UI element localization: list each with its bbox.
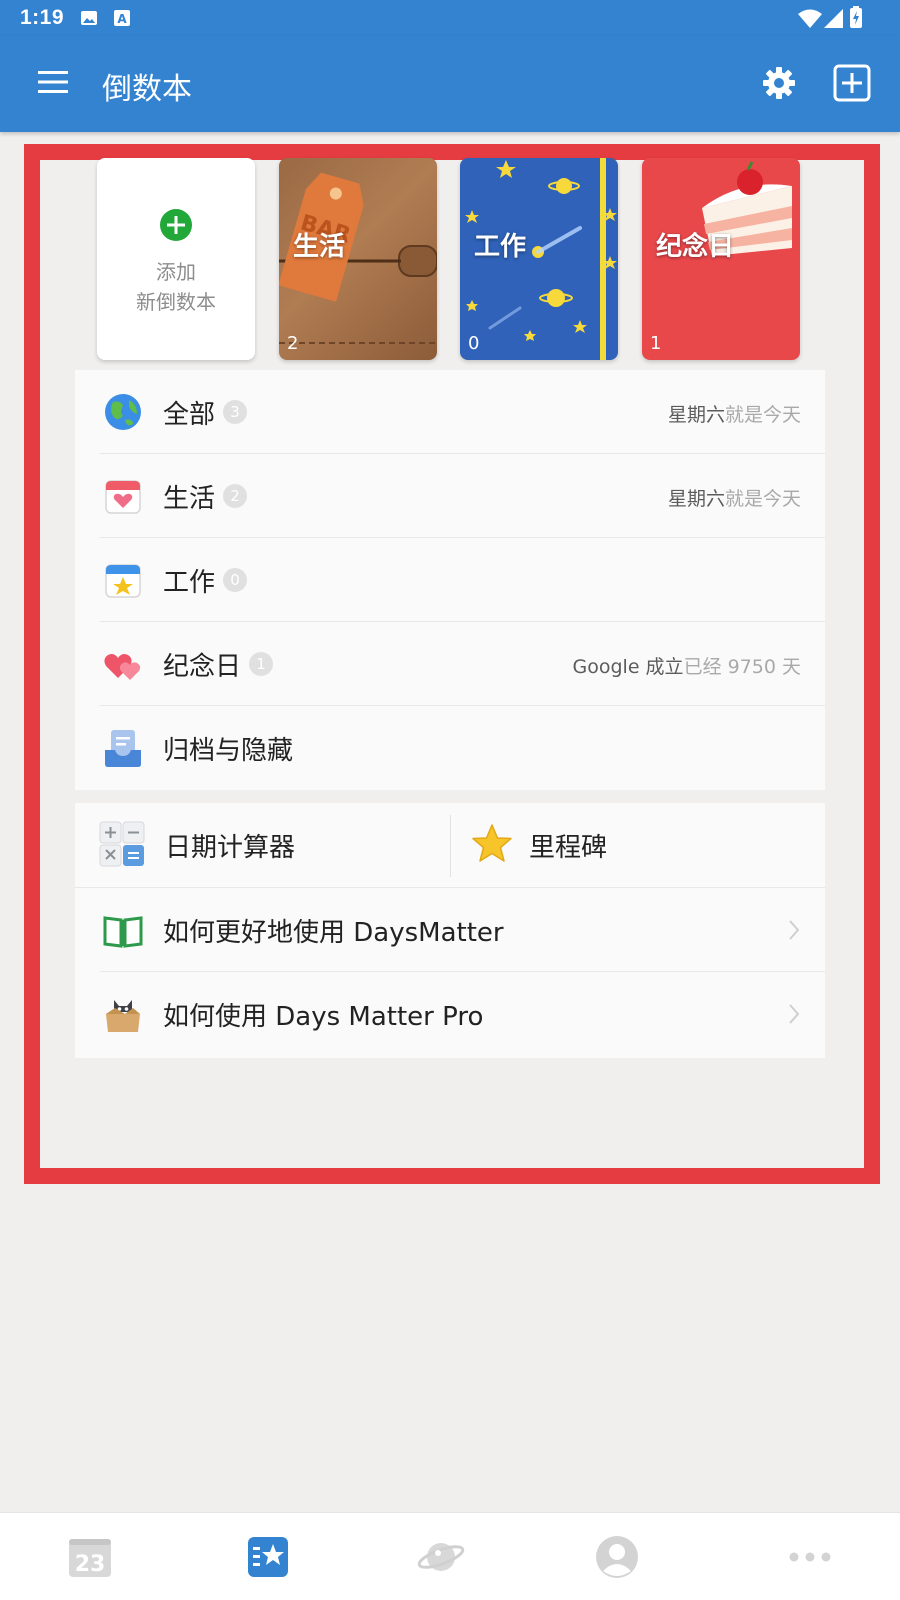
list-item-archive[interactable]: 归档与隐藏 — [75, 706, 825, 790]
calculator-icon — [99, 821, 145, 867]
book-card-name: 生活 — [293, 232, 346, 262]
calendar-heart-icon — [105, 480, 141, 514]
avatar-icon — [596, 1536, 638, 1578]
bottom-navigation: 23 — [0, 1512, 900, 1600]
star-icon — [472, 824, 512, 862]
calendar-icon: 23 — [69, 1539, 111, 1577]
count-badge: 2 — [223, 484, 247, 508]
note-muted: 就是今天 — [724, 404, 801, 426]
add-card-label-line1: 添加 — [156, 260, 196, 284]
status-bar: 1:19 A — [0, 0, 900, 36]
book-card-count: 0 — [468, 333, 480, 354]
tab-calendar[interactable]: 23 — [66, 1533, 114, 1581]
note-strong: 星期六 — [667, 488, 725, 510]
count-badge: 0 — [223, 568, 247, 592]
open-book-icon — [103, 916, 143, 948]
add-card-label-line2: 新倒数本 — [136, 290, 216, 314]
guide-link[interactable]: 如何更好地使用 DaysMatter — [75, 888, 825, 972]
add-circle-icon — [160, 209, 192, 241]
count-badge: 3 — [223, 400, 247, 424]
archive-inbox-icon — [105, 730, 141, 767]
tab-books[interactable] — [244, 1533, 292, 1581]
globe-icon — [105, 394, 141, 430]
tab-more[interactable] — [786, 1533, 834, 1581]
wifi-icon — [798, 9, 822, 28]
planet-icon — [417, 1543, 465, 1571]
list-item-life[interactable]: 生活 2 星期六就是今天 — [75, 454, 825, 538]
date-calculator-button[interactable]: 日期计算器 — [75, 803, 450, 887]
date-calculator-label: 日期计算器 — [165, 833, 296, 863]
svg-text:A: A — [117, 12, 127, 26]
list-item-all[interactable]: 全部 3 星期六就是今天 — [75, 370, 825, 454]
chevron-right-icon — [789, 920, 800, 940]
list-item-label: 生活 — [163, 484, 216, 514]
pro-guide-link[interactable]: 如何使用 Days Matter Pro — [75, 972, 825, 1056]
list-item-label: 全部 — [163, 400, 216, 430]
tab-discover[interactable] — [416, 1533, 465, 1581]
book-card-name: 纪念日 — [656, 232, 735, 262]
font-notification-icon: A — [114, 10, 130, 26]
pro-guide-label: 如何使用 Days Matter Pro — [163, 1002, 484, 1032]
settings-gear-icon[interactable] — [762, 66, 796, 100]
list-item-label: 纪念日 — [163, 652, 242, 682]
signal-icon — [824, 9, 843, 28]
menu-icon[interactable] — [38, 70, 68, 94]
more-dots-icon — [789, 1552, 831, 1562]
double-heart-icon — [104, 654, 141, 680]
list-item-label: 工作 — [163, 568, 216, 598]
image-notification-icon — [81, 11, 97, 25]
tools-panel: 日期计算器 里程碑 如何更好地使用 DaysMatter 如何使用 Days M… — [75, 803, 825, 1058]
milestone-button[interactable]: 里程碑 — [451, 803, 825, 887]
add-book-card[interactable]: 添加 新倒数本 — [97, 158, 255, 360]
note-strong: Google 成立 — [572, 656, 684, 678]
milestone-label: 里程碑 — [529, 833, 608, 863]
chevron-right-icon — [789, 1004, 800, 1024]
list-item-work[interactable]: 工作 0 — [75, 538, 825, 622]
book-card-name: 工作 — [474, 232, 527, 262]
book-card-anniversary[interactable]: 纪念日 1 — [642, 158, 800, 360]
list-item-anniversary[interactable]: 纪念日 1 Google 成立已经 9750 天 — [75, 622, 825, 706]
note-muted: 已经 9750 天 — [683, 656, 801, 678]
list-item-note: 星期六就是今天 — [668, 484, 801, 511]
note-strong: 星期六 — [667, 404, 725, 426]
note-muted: 就是今天 — [724, 488, 801, 510]
calendar-date: 23 — [75, 1552, 106, 1577]
guide-label: 如何更好地使用 DaysMatter — [163, 918, 504, 948]
book-star-icon — [248, 1537, 288, 1577]
list-item-label: 归档与隐藏 — [163, 736, 294, 766]
status-time: 1:19 — [20, 6, 65, 29]
list-item-note: Google 成立已经 9750 天 — [573, 652, 801, 679]
count-badge: 1 — [249, 652, 273, 676]
book-card-count: 1 — [650, 333, 662, 354]
calendar-star-icon — [105, 564, 141, 598]
app-bar: 倒数本 — [0, 36, 900, 132]
cat-in-box-icon — [106, 1000, 140, 1032]
tab-profile[interactable] — [593, 1533, 641, 1581]
book-card-life[interactable]: BAR 生活 2 — [279, 158, 437, 360]
battery-icon — [850, 6, 862, 28]
book-card-count: 2 — [287, 333, 299, 354]
page-title: 倒数本 — [102, 72, 192, 107]
add-book-icon[interactable] — [833, 64, 871, 102]
list-item-note: 星期六就是今天 — [668, 400, 801, 427]
category-list: 全部 3 星期六就是今天 生活 2 星期六就是今天 工作 0 纪念日 1 Goo… — [75, 370, 825, 790]
book-card-work[interactable]: 工作 0 — [460, 158, 618, 360]
